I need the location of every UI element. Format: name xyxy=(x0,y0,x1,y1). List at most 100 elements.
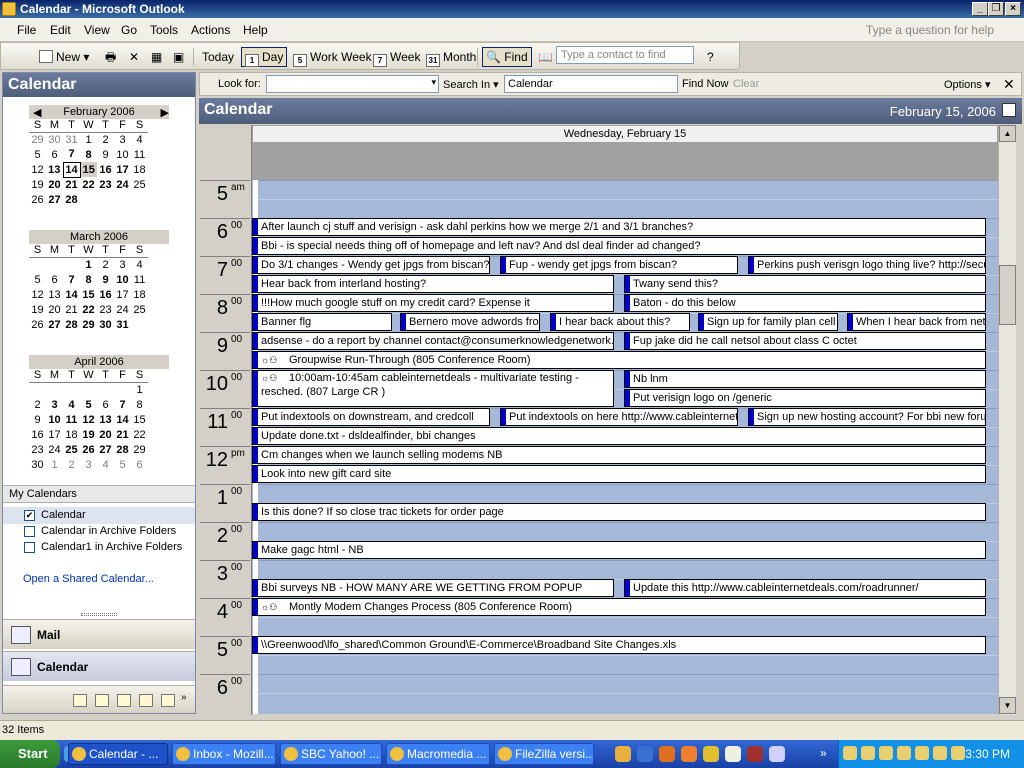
mini-calendar-day[interactable]: 5 xyxy=(80,397,97,412)
mini-calendar-day[interactable]: 5 xyxy=(29,272,46,287)
mini-calendar-day[interactable]: 24 xyxy=(114,177,131,192)
mini-calendar-day[interactable]: 9 xyxy=(97,147,114,162)
menu-file[interactable]: File xyxy=(17,23,36,37)
splitter-handle[interactable] xyxy=(81,613,117,616)
mini-calendar-day[interactable]: 29 xyxy=(131,442,148,457)
mini-calendar-day[interactable]: 2 xyxy=(97,257,114,272)
appointment[interactable]: Cm changes when we launch selling modems… xyxy=(252,446,986,464)
mini-calendar-day[interactable]: 29 xyxy=(29,132,46,147)
mini-calendar-day[interactable]: 10 xyxy=(114,272,131,287)
mini-calendar-day[interactable]: 30 xyxy=(29,457,46,472)
mini-calendar-day[interactable]: 7 xyxy=(114,397,131,412)
new-button[interactable]: New ▾ xyxy=(35,47,93,67)
mini-calendar-day[interactable]: 13 xyxy=(46,162,63,177)
mini-calendar-day[interactable]: 16 xyxy=(29,427,46,442)
next-month-arrow[interactable]: ▶ xyxy=(161,106,169,119)
mini-calendar-day[interactable]: 8 xyxy=(131,397,148,412)
mini-calendar-day[interactable]: 9 xyxy=(97,272,114,287)
taskbar-window-button[interactable]: Inbox - Mozill... xyxy=(172,743,276,765)
find-now-button[interactable]: Find Now xyxy=(682,78,728,90)
mini-calendar-day[interactable]: 2 xyxy=(29,397,46,412)
tray-security-icon[interactable] xyxy=(879,746,893,760)
mini-calendar-day[interactable]: 20 xyxy=(46,302,63,317)
all-day-event-area[interactable] xyxy=(252,143,998,180)
menu-help[interactable]: Help xyxy=(243,23,268,37)
appointment[interactable]: After launch cj stuff and verisign - ask… xyxy=(252,218,986,236)
mini-calendar-day[interactable]: 2 xyxy=(63,457,80,472)
quicklaunch-notepad-icon[interactable] xyxy=(725,746,741,762)
mini-calendar-day[interactable]: 21 xyxy=(63,177,80,192)
mini-calendar-day[interactable]: 22 xyxy=(131,427,148,442)
mini-calendar-day[interactable]: 6 xyxy=(46,272,63,287)
mini-calendar-day[interactable]: 26 xyxy=(80,442,97,457)
configure-buttons-icon[interactable]: » xyxy=(181,692,187,703)
tray-network-icon[interactable] xyxy=(843,746,857,760)
work-week-view-button[interactable]: 5 Work Week xyxy=(289,47,376,67)
mini-calendar-day[interactable]: 4 xyxy=(131,132,148,147)
archive-calendar-checkbox[interactable] xyxy=(24,526,35,537)
mini-calendar-day[interactable]: 22 xyxy=(80,177,97,192)
mini-calendar-day[interactable]: 24 xyxy=(114,302,131,317)
tray-clock-icon[interactable] xyxy=(897,746,911,760)
calendar-grid-icon[interactable] xyxy=(1002,103,1016,117)
nav-mail-button[interactable]: Mail xyxy=(3,619,195,649)
calendar-checkbox[interactable]: ✔ xyxy=(24,510,35,521)
mini-calendar-day[interactable]: 31 xyxy=(63,132,80,147)
appointment[interactable]: Make gagc html - NB xyxy=(252,541,986,559)
mini-calendar-day[interactable]: 20 xyxy=(97,427,114,442)
day-view-button[interactable]: 1 Day xyxy=(241,47,288,67)
notes-icon[interactable] xyxy=(117,694,131,707)
clock[interactable]: 3:30 PM xyxy=(965,747,1010,761)
mini-calendar-day[interactable]: 21 xyxy=(63,302,80,317)
quicklaunch-outlook-icon[interactable] xyxy=(615,746,631,762)
mini-calendar-day[interactable]: 29 xyxy=(80,317,97,332)
mini-calendar-day[interactable]: 11 xyxy=(63,412,80,427)
mini-calendar-day[interactable]: 5 xyxy=(29,147,46,162)
mini-calendar-day[interactable]: 27 xyxy=(46,317,63,332)
appointment[interactable]: I hear back about this? xyxy=(550,313,690,331)
mini-calendar-day[interactable]: 15 xyxy=(80,287,97,302)
look-for-input[interactable]: ▾ xyxy=(266,75,439,93)
mini-calendar-day[interactable]: 13 xyxy=(97,412,114,427)
mini-calendar-day[interactable]: 1 xyxy=(131,382,148,397)
calendar-item[interactable]: Calendar in Archive Folders xyxy=(41,525,176,537)
tasks-icon[interactable] xyxy=(95,694,109,707)
taskbar-window-button[interactable]: FileZilla versi... xyxy=(494,743,594,765)
mini-calendar-day[interactable]: 23 xyxy=(97,302,114,317)
calendar-item[interactable]: Calendar1 in Archive Folders xyxy=(41,541,182,553)
mini-calendar-day[interactable]: 11 xyxy=(131,272,148,287)
appointment[interactable]: Put indextools on here http://www.cablei… xyxy=(500,408,738,426)
mini-calendar-day[interactable]: 26 xyxy=(29,192,46,207)
mini-calendar-day[interactable]: 16 xyxy=(97,287,114,302)
quicklaunch-more-icon[interactable]: » xyxy=(820,746,827,760)
mini-calendar-day[interactable]: 12 xyxy=(29,162,46,177)
quicklaunch-filezilla-icon[interactable] xyxy=(747,746,763,762)
appointment[interactable]: adsense - do a report by channel contact… xyxy=(252,332,614,350)
mini-calendar-day[interactable]: 8 xyxy=(80,147,97,162)
mini-calendar-day[interactable]: 28 xyxy=(63,317,80,332)
menu-actions[interactable]: Actions xyxy=(191,23,230,37)
mini-calendar-day[interactable]: 10 xyxy=(46,412,63,427)
mini-calendar-day[interactable]: 16 xyxy=(97,162,114,177)
grid-icon[interactable]: ▦ xyxy=(147,47,166,67)
mini-calendar-day[interactable]: 4 xyxy=(97,457,114,472)
nav-calendar-button[interactable]: Calendar xyxy=(3,651,195,681)
month-view-button[interactable]: 31 Month xyxy=(422,47,480,67)
appointment[interactable]: When I hear back from netsol xyxy=(847,313,986,331)
mini-calendar-day[interactable]: 2 xyxy=(97,132,114,147)
scroll-thumb[interactable] xyxy=(999,265,1016,325)
tray-pen-icon[interactable] xyxy=(933,746,947,760)
appointment[interactable]: Fup jake did he call netsol about class … xyxy=(624,332,986,350)
appointment[interactable]: ☼⚇ Groupwise Run-Through (805 Conference … xyxy=(252,351,986,369)
clear-button[interactable]: Clear xyxy=(733,78,759,90)
mini-calendar-day[interactable]: 10 xyxy=(114,147,131,162)
appointment[interactable]: Fup - wendy get jpgs from biscan? xyxy=(500,256,738,274)
tray-search-icon[interactable] xyxy=(861,746,875,760)
mini-calendar-day[interactable]: 1 xyxy=(46,457,63,472)
appointment[interactable]: Nb lnm xyxy=(624,370,986,388)
mini-calendar-day[interactable]: 4 xyxy=(63,397,80,412)
open-shared-calendar-link[interactable]: Open a Shared Calendar... xyxy=(23,573,154,585)
search-in-field[interactable]: Calendar xyxy=(504,75,678,93)
appointment[interactable]: Put indextools on downstream, and credco… xyxy=(252,408,490,426)
close-button[interactable]: × xyxy=(1005,2,1021,16)
